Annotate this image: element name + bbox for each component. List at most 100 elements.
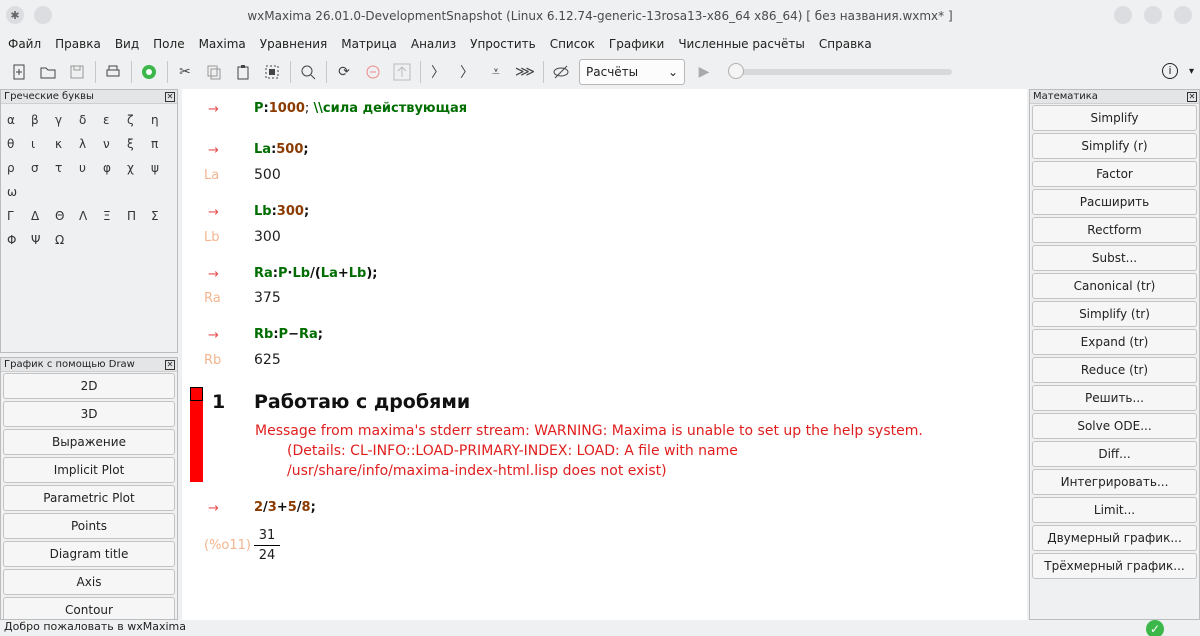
expand-tr-button[interactable]: Expand (tr) [1032, 329, 1197, 355]
greek-letter[interactable]: θ [7, 132, 31, 156]
greek-letter[interactable]: δ [79, 108, 103, 132]
menu-numeric[interactable]: Численные расчёты [678, 37, 805, 51]
draw-2d-button[interactable]: 2D [3, 373, 175, 399]
worksheet[interactable]: → P:1000; \\сила действующая → La:500; L… [182, 89, 1027, 620]
factor-button[interactable]: Factor [1032, 161, 1197, 187]
close-icon[interactable]: ✕ [165, 91, 175, 102]
greek-letter[interactable]: β [31, 108, 55, 132]
menu-maxima[interactable]: Maxima [199, 37, 246, 51]
paste-icon[interactable] [232, 61, 254, 83]
section-title[interactable]: Работаю с дробями [254, 391, 470, 413]
greek-letter[interactable]: Ξ [103, 204, 127, 228]
reduce-tr-button[interactable]: Reduce (tr) [1032, 357, 1197, 383]
menu-file[interactable]: Файл [8, 37, 41, 51]
greek-letter[interactable]: ν [103, 132, 127, 156]
greek-letter[interactable]: ρ [7, 156, 31, 180]
input-cell[interactable]: 2/3+5/8; [254, 500, 316, 515]
play-icon[interactable]: ▶ [693, 61, 715, 83]
draw-3d-button[interactable]: 3D [3, 401, 175, 427]
settings-icon[interactable] [138, 61, 160, 83]
greek-letter[interactable]: γ [55, 108, 79, 132]
input-cell[interactable]: La:500; [254, 142, 309, 157]
cell-arrow[interactable]: → [208, 266, 219, 282]
open-folder-icon[interactable] [37, 61, 59, 83]
cell-arrow[interactable]: → [208, 204, 219, 220]
find-icon[interactable] [297, 61, 319, 83]
menu-help[interactable]: Справка [819, 37, 872, 51]
select-all-icon[interactable] [261, 61, 283, 83]
slider-knob[interactable] [728, 63, 744, 79]
expand-button[interactable]: Расширить [1032, 189, 1197, 215]
draw-diagram-title-button[interactable]: Diagram title [3, 541, 175, 567]
simplify-tr-button[interactable]: Simplify (tr) [1032, 301, 1197, 327]
mode-select[interactable]: Расчёты ⌄ [579, 59, 685, 85]
draw-contour-button[interactable]: Contour [3, 597, 175, 619]
greek-letter[interactable]: ζ [127, 108, 151, 132]
cell-arrow[interactable]: → [208, 101, 219, 117]
greek-letter[interactable]: η [151, 108, 175, 132]
draw-axis-button[interactable]: Axis [3, 569, 175, 595]
greek-letter[interactable]: ψ [151, 156, 175, 180]
greek-letter[interactable]: Σ [151, 204, 175, 228]
rectform-button[interactable]: Rectform [1032, 217, 1197, 243]
draw-points-button[interactable]: Points [3, 513, 175, 539]
greek-letter[interactable]: ω [7, 180, 31, 204]
plot-3d-button[interactable]: Трёхмерный график... [1032, 553, 1197, 579]
new-file-icon[interactable] [8, 61, 30, 83]
greek-letter[interactable]: φ [103, 156, 127, 180]
animation-slider[interactable] [728, 63, 952, 79]
greek-letter[interactable]: κ [55, 132, 79, 156]
minimize-icon[interactable] [1114, 6, 1132, 24]
menu-cell[interactable]: Поле [153, 37, 184, 51]
diff-button[interactable]: Diff... [1032, 441, 1197, 467]
greek-letter[interactable]: ξ [127, 132, 151, 156]
cut-icon[interactable]: ✂ [174, 61, 196, 83]
greek-letter[interactable]: ι [31, 132, 55, 156]
interrupt-icon[interactable] [391, 61, 413, 83]
greek-letter[interactable]: λ [79, 132, 103, 156]
greek-letter[interactable]: π [151, 132, 175, 156]
app-menu-icon[interactable]: ✱ [6, 6, 24, 24]
toolbar-menu-icon[interactable]: ▾ [1189, 66, 1194, 77]
greek-letter[interactable]: α [7, 108, 31, 132]
greek-letter[interactable]: υ [79, 156, 103, 180]
input-cell[interactable]: Rb:P−Ra; [254, 327, 323, 342]
stop-icon[interactable] [362, 61, 384, 83]
cell-arrow[interactable]: → [208, 327, 219, 343]
draw-parametric-plot-button[interactable]: Parametric Plot [3, 485, 175, 511]
solve-ode-button[interactable]: Solve ODE... [1032, 413, 1197, 439]
greek-letter[interactable]: Θ [55, 204, 79, 228]
evaluate-all-icon[interactable]: 〉 [456, 61, 478, 83]
input-cell[interactable]: Lb:300; [254, 204, 309, 219]
greek-letter[interactable]: σ [31, 156, 55, 180]
cell-arrow[interactable]: → [208, 500, 219, 516]
pin-icon[interactable] [34, 6, 52, 24]
cell-bracket-error[interactable] [190, 387, 203, 482]
hide-code-icon[interactable] [550, 61, 572, 83]
close-icon[interactable] [1174, 6, 1192, 24]
menu-plot[interactable]: Графики [609, 37, 664, 51]
limit-button[interactable]: Limit... [1032, 497, 1197, 523]
info-icon[interactable]: i [1162, 63, 1178, 79]
close-icon[interactable]: ✕ [165, 359, 175, 370]
integrate-button[interactable]: Интегрировать... [1032, 469, 1197, 495]
save-icon[interactable] [66, 61, 88, 83]
canonical-tr-button[interactable]: Canonical (tr) [1032, 273, 1197, 299]
greek-letter[interactable]: χ [127, 156, 151, 180]
cell-arrow[interactable]: → [208, 142, 219, 158]
menu-equations[interactable]: Уравнения [260, 37, 327, 51]
subst-button[interactable]: Subst... [1032, 245, 1197, 271]
input-cell[interactable]: Ra:P·Lb/(La+Lb); [254, 266, 377, 281]
maximize-icon[interactable] [1144, 6, 1162, 24]
evaluate-all-step-icon[interactable]: ⋙ [514, 61, 536, 83]
greek-letter[interactable]: Δ [31, 204, 55, 228]
greek-letter[interactable]: τ [55, 156, 79, 180]
evaluate-icon[interactable]: 〉 [427, 61, 449, 83]
simplify-r-button[interactable]: Simplify (r) [1032, 133, 1197, 159]
greek-letter[interactable]: Γ [7, 204, 31, 228]
greek-letter[interactable]: Ω [55, 228, 79, 252]
draw-expression-button[interactable]: Выражение [3, 429, 175, 455]
greek-letter[interactable]: Ψ [31, 228, 55, 252]
greek-letter[interactable]: Φ [7, 228, 31, 252]
menu-list[interactable]: Список [550, 37, 595, 51]
